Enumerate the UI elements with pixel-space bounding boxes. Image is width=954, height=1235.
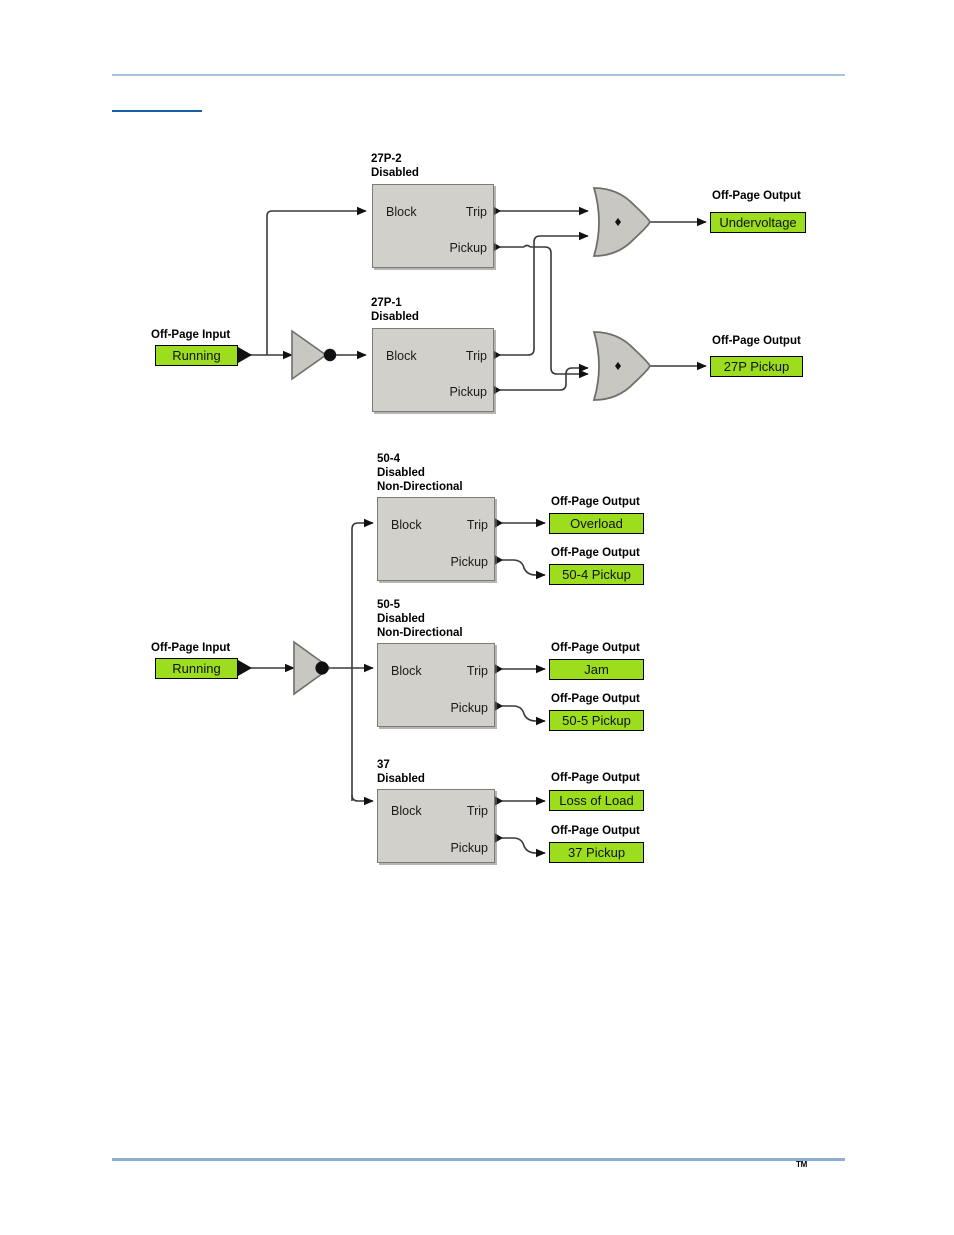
port-label-27p1-block: Block <box>386 349 417 363</box>
port-arrow-bottom-running-out <box>238 660 252 676</box>
off-page-input-chip-bottom[interactable]: Running <box>155 658 238 679</box>
block-title-27p2-line2: Disabled <box>371 167 419 179</box>
or-gates <box>592 187 652 401</box>
port-label-27p1-pickup: Pickup <box>449 385 487 399</box>
function-block-27p1[interactable]: Block Trip Pickup <box>372 328 494 412</box>
off-page-output-chip-50-5-pickup[interactable]: 50-5 Pickup <box>549 710 644 731</box>
wire-hop-arc <box>523 244 531 248</box>
function-block-50-4[interactable]: Block Trip Pickup <box>377 497 495 581</box>
port-label-50-5-pickup: Pickup <box>450 701 488 715</box>
off-page-output-chip-loss-of-load[interactable]: Loss of Load <box>549 790 644 811</box>
port-label-50-4-trip: Trip <box>466 518 488 532</box>
wire-bus-to-50-4-block <box>351 518 374 530</box>
off-page-output-chip-overload[interactable]: Overload <box>549 513 644 534</box>
wire-37-pickup-to-chip <box>500 837 546 858</box>
junction-dot-top <box>323 348 337 362</box>
block-title-37-line2: Disabled <box>377 773 425 785</box>
wire-bus-to-37-block <box>351 794 374 806</box>
port-arrow-top-running-out <box>238 347 252 363</box>
port-label-37-block: Block <box>391 804 422 818</box>
footer-rule <box>112 1158 845 1161</box>
port-label-50-4-block: Block <box>391 518 422 532</box>
block-title-50-5-line2: Disabled <box>377 613 425 625</box>
port-label-37-trip: Trip <box>466 804 488 818</box>
off-page-output-chip-undervoltage[interactable]: Undervoltage <box>710 212 806 233</box>
function-block-37[interactable]: Block Trip Pickup <box>377 789 495 863</box>
buffer-gate-top <box>291 329 328 381</box>
off-page-input-chip-top[interactable]: Running <box>155 345 238 366</box>
port-label-50-4-pickup: Pickup <box>450 555 488 569</box>
wire-27p1-pickup-to-or2 <box>498 363 589 391</box>
off-page-output-chip-27p-pickup[interactable]: 27P Pickup <box>710 356 803 377</box>
off-page-output-caption-50-4-pickup: Off-Page Output <box>551 547 640 559</box>
off-page-output-caption-loss-of-load: Off-Page Output <box>551 772 640 784</box>
wire-27p1-trip-to-or1 <box>498 231 589 356</box>
off-page-output-caption-undervoltage: Off-Page Output <box>712 190 801 202</box>
port-label-50-5-trip: Trip <box>466 664 488 678</box>
block-title-37-line1: 37 <box>377 759 390 771</box>
document-page: Off-Page Input Running 27P-2 Disabled Bl… <box>0 0 954 1235</box>
port-label-37-pickup: Pickup <box>450 841 488 855</box>
buffer-gates <box>291 329 337 696</box>
port-label-27p1-trip: Trip <box>465 349 487 363</box>
off-page-input-caption-top: Off-Page Input <box>151 329 231 341</box>
off-page-output-caption-jam: Off-Page Output <box>551 642 640 654</box>
port-label-50-5-block: Block <box>391 664 422 678</box>
function-block-50-5[interactable]: Block Trip Pickup <box>377 643 495 727</box>
block-title-27p2-line1: 27P-2 <box>371 153 402 165</box>
block-title-27p1-line2: Disabled <box>371 311 419 323</box>
block-title-27p1-line1: 27P-1 <box>371 297 402 309</box>
junction-dot-bottom <box>315 661 329 675</box>
off-page-output-caption-overload: Off-Page Output <box>551 496 640 508</box>
off-page-output-caption-37-pickup: Off-Page Output <box>551 825 640 837</box>
off-page-output-caption-27p-pickup: Off-Page Output <box>712 335 801 347</box>
wire-50-4-pickup-to-chip <box>500 559 546 580</box>
logic-diagram: Off-Page Input Running 27P-2 Disabled Bl… <box>0 0 954 1235</box>
block-title-50-4-line3: Non-Directional <box>377 481 463 493</box>
block-title-50-4-line2: Disabled <box>377 467 425 479</box>
off-page-output-chip-jam[interactable]: Jam <box>549 659 644 680</box>
or-gate-undervoltage <box>592 187 652 257</box>
port-label-27p2-pickup: Pickup <box>449 241 487 255</box>
off-page-output-chip-50-4-pickup[interactable]: 50-4 Pickup <box>549 564 644 585</box>
block-title-50-4-line1: 50-4 <box>377 453 401 465</box>
off-page-output-chip-37-pickup[interactable]: 37 Pickup <box>549 842 644 863</box>
wire-50-5-pickup-to-chip <box>500 705 546 726</box>
or-gate-27p-pickup <box>592 331 652 401</box>
port-label-27p2-block: Block <box>386 205 417 219</box>
port-label-27p2-trip: Trip <box>465 205 487 219</box>
off-page-input-caption-bottom: Off-Page Input <box>151 642 231 654</box>
function-block-27p2[interactable]: Block Trip Pickup <box>372 184 494 268</box>
wire-top-input-to-27p2-block <box>266 206 367 355</box>
block-title-50-5-line1: 50-5 <box>377 599 401 611</box>
off-page-output-caption-50-5-pickup: Off-Page Output <box>551 693 640 705</box>
trademark-symbol: TM <box>796 1160 808 1169</box>
block-title-50-5-line3: Non-Directional <box>377 627 463 639</box>
